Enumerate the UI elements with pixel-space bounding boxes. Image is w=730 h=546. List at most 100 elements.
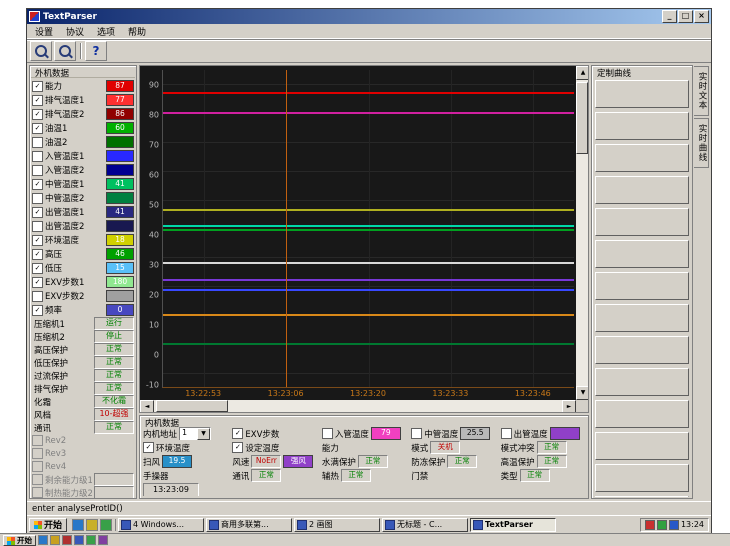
indoor-value-badge: 正常 [537,441,567,454]
ie-icon[interactable] [72,519,84,531]
task-button[interactable]: 无标题 - C... [382,518,468,532]
menu-help[interactable]: 帮助 [122,24,152,39]
sensor-checkbox[interactable]: ✓ [32,81,43,92]
disabled-checkbox[interactable] [32,474,43,485]
v-scroll-track[interactable] [576,80,588,386]
scroll-down-icon[interactable]: ▼ [576,386,589,400]
sensor-checkbox[interactable] [32,137,43,148]
vertical-scrollbar[interactable]: ▲ ▼ [576,66,588,400]
explorer-icon[interactable] [98,535,108,545]
menu-protocol[interactable]: 协议 [60,24,90,39]
custom-curve-slot[interactable] [595,336,689,364]
sensor-value-badge: 18 [106,234,134,246]
indoor-checkbox[interactable]: ✓ [232,442,243,453]
disabled-label: Rev3 [45,449,134,459]
chart-cursor[interactable] [286,70,287,387]
close-button[interactable]: × [694,10,709,23]
scroll-left-icon[interactable]: ◄ [140,400,154,413]
disabled-checkbox[interactable] [32,461,43,472]
disabled-checkbox[interactable] [32,435,43,446]
sensor-checkbox[interactable] [32,193,43,204]
disabled-checkbox[interactable] [32,487,43,498]
indoor-checkbox[interactable]: ✓ [143,442,154,453]
sensor-checkbox[interactable]: ✓ [32,249,43,260]
network-icon[interactable] [657,520,667,530]
task-button[interactable]: 2 画图 [294,518,380,532]
horizontal-scrollbar[interactable]: ◄ ► [140,400,576,412]
status-value: 正常 [94,421,134,434]
custom-curve-slot[interactable] [595,304,689,332]
word-icon[interactable] [74,535,84,545]
sensor-value-badge: 41 [106,178,134,190]
disabled-checkbox[interactable] [32,448,43,459]
sensor-checkbox[interactable]: ✓ [32,179,43,190]
v-scroll-thumb[interactable] [576,82,588,154]
custom-curve-slot[interactable] [595,240,689,268]
menu-settings[interactable]: 设置 [29,24,59,39]
sensor-checkbox[interactable] [32,151,43,162]
task-button[interactable]: 商用多联第... [206,518,292,532]
zoom-in-button[interactable] [30,41,52,61]
ie-icon[interactable] [38,535,48,545]
sensor-checkbox[interactable]: ✓ [32,95,43,106]
custom-curve-slot[interactable] [595,112,689,140]
indoor-checkbox[interactable] [501,428,512,439]
minimize-button[interactable]: _ [662,10,677,23]
h-scroll-track[interactable] [154,400,562,412]
outer-start-button[interactable]: 开始 [3,535,36,546]
side-tab-1[interactable]: 实时文本 [694,66,709,116]
custom-curve-slot[interactable] [595,144,689,172]
folder-icon[interactable] [50,535,60,545]
status-label: 高压保护 [32,344,92,356]
media-icon[interactable] [86,535,96,545]
custom-curve-slot[interactable] [595,464,689,492]
sensor-checkbox[interactable]: ✓ [32,123,43,134]
sensor-checkbox[interactable]: ✓ [32,305,43,316]
task-button[interactable]: TextParser [470,518,556,532]
custom-curve-slot[interactable] [595,496,689,497]
sensor-checkbox[interactable] [32,221,43,232]
custom-curve-slot[interactable] [595,176,689,204]
address-dropdown[interactable]: 1▼ [179,427,211,440]
indoor-item: 门禁 [411,469,496,482]
sensor-label: 能力 [45,80,104,92]
custom-curve-slot[interactable] [595,272,689,300]
scroll-up-icon[interactable]: ▲ [576,66,589,80]
application-window: TextParser _ □ × 设置 协议 选项 帮助 ? 外机数据 ✓能力8… [26,8,712,534]
custom-curve-slot[interactable] [595,368,689,396]
maximize-button[interactable]: □ [678,10,693,23]
sensor-checkbox[interactable]: ✓ [32,263,43,274]
scroll-right-icon[interactable]: ► [562,400,576,413]
indoor-checkbox[interactable] [411,428,422,439]
paint-icon[interactable] [62,535,72,545]
side-tab-2[interactable]: 实时曲线 [694,118,709,168]
custom-curve-slot[interactable] [595,432,689,460]
outer-quick-launch [38,535,108,545]
sensor-checkbox[interactable] [32,165,43,176]
custom-curve-slot[interactable] [595,400,689,428]
show-desktop-icon[interactable] [86,519,98,531]
app-tray-icon[interactable] [669,520,679,530]
menu-options[interactable]: 选项 [91,24,121,39]
indoor-checkbox[interactable]: ✓ [232,428,243,439]
sensor-checkbox[interactable]: ✓ [32,207,43,218]
status-row: 压缩机2停止 [31,330,135,343]
sensor-checkbox[interactable]: ✓ [32,277,43,288]
sensor-checkbox[interactable]: ✓ [32,235,43,246]
volume-icon[interactable] [645,520,655,530]
sensor-label: 出管温度1 [45,206,104,218]
sensor-value-badge [106,192,134,204]
start-button[interactable]: 开始 [29,518,67,532]
zoom-out-button[interactable] [54,41,76,61]
task-button[interactable]: 4 Windows... [118,518,204,532]
status-label: 过流保护 [32,370,92,382]
indoor-checkbox[interactable] [322,428,333,439]
sensor-row: 入管温度1 [31,149,135,163]
help-button[interactable]: ? [85,41,107,61]
custom-curve-slot[interactable] [595,80,689,108]
h-scroll-thumb[interactable] [156,400,228,412]
media-player-icon[interactable] [100,519,112,531]
sensor-checkbox[interactable] [32,291,43,302]
custom-curve-slot[interactable] [595,208,689,236]
sensor-checkbox[interactable]: ✓ [32,109,43,120]
